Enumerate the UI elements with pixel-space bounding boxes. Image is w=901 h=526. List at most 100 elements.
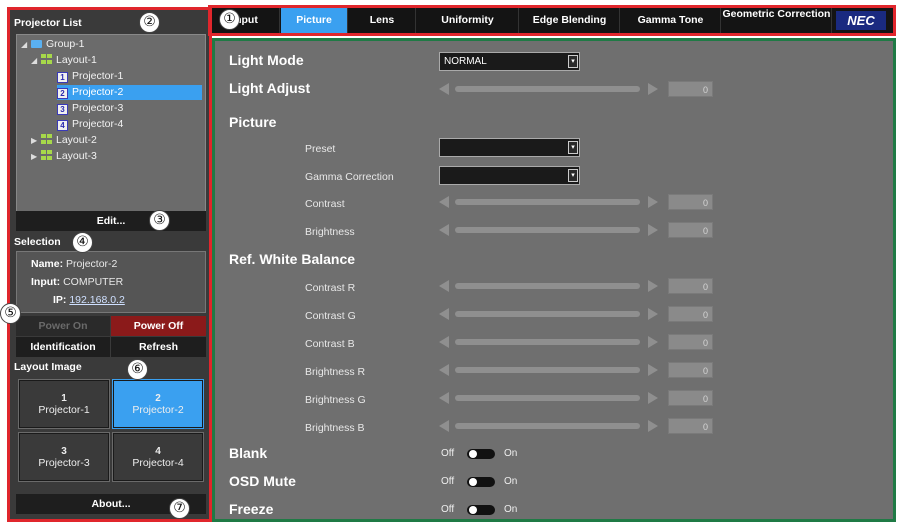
selection-ip: IP: 192.168.0.2 — [53, 294, 125, 306]
toggle-switch[interactable] — [467, 477, 495, 487]
contrast-slider[interactable]: 0 — [439, 194, 713, 210]
tree-item-layout-3[interactable]: ▶ Layout-3 — [31, 149, 97, 164]
tree-item-layout-2[interactable]: ▶ Layout-2 — [31, 133, 97, 148]
tab-gamma-tone[interactable]: Gamma Tone — [621, 8, 721, 33]
layout-tile-projector-2[interactable]: 2 Projector-2 — [112, 379, 204, 429]
brightness-g-slider[interactable]: 0 — [439, 390, 713, 406]
slider-track[interactable] — [455, 395, 640, 401]
marker-6: ⑥ — [127, 359, 148, 380]
increase-arrow-icon[interactable] — [648, 392, 658, 404]
slider-value[interactable]: 0 — [668, 390, 713, 406]
slider-value[interactable]: 0 — [668, 418, 713, 434]
increase-arrow-icon[interactable] — [648, 196, 658, 208]
slider-track[interactable] — [455, 199, 640, 205]
expand-triangle-icon[interactable]: ◢ — [31, 53, 41, 68]
decrease-arrow-icon[interactable] — [439, 280, 449, 292]
layout-tile-projector-4[interactable]: 4 Projector-4 — [112, 432, 204, 482]
brightness-r-slider[interactable]: 0 — [439, 362, 713, 378]
identification-button[interactable]: Identification — [16, 337, 110, 357]
toggle-switch[interactable] — [467, 449, 495, 459]
picture-section-label: Picture — [229, 114, 277, 130]
projector-list-title: Projector List — [14, 17, 82, 29]
power-off-button[interactable]: Power Off — [111, 316, 206, 336]
toggle-knob — [469, 506, 477, 514]
tab-edge-blending[interactable]: Edge Blending — [520, 8, 620, 33]
increase-arrow-icon[interactable] — [648, 83, 658, 95]
gamma-correction-select[interactable]: ▾ — [439, 166, 580, 185]
slider-track[interactable] — [455, 283, 640, 289]
layout-tile-projector-1[interactable]: 1 Projector-1 — [18, 379, 110, 429]
expand-triangle-icon[interactable]: ◢ — [21, 37, 31, 52]
dropdown-arrow-icon[interactable]: ▾ — [568, 169, 578, 182]
collapse-triangle-icon[interactable]: ▶ — [31, 149, 41, 164]
slider-value[interactable]: 0 — [668, 81, 713, 97]
increase-arrow-icon[interactable] — [648, 364, 658, 376]
slider-track[interactable] — [455, 367, 640, 373]
light-mode-select[interactable]: NORMAL ▾ — [439, 52, 580, 71]
dropdown-arrow-icon[interactable]: ▾ — [568, 55, 578, 68]
marker-7: ⑦ — [169, 498, 190, 519]
slider-track[interactable] — [455, 86, 640, 92]
layout-tile-projector-3[interactable]: 3 Projector-3 — [18, 432, 110, 482]
decrease-arrow-icon[interactable] — [439, 308, 449, 320]
refresh-button[interactable]: Refresh — [111, 337, 206, 357]
slider-track[interactable] — [455, 423, 640, 429]
contrast-b-slider[interactable]: 0 — [439, 334, 713, 350]
contrast-g-slider[interactable]: 0 — [439, 306, 713, 322]
brightness-label: Brightness — [305, 226, 355, 238]
ip-link[interactable]: 192.168.0.2 — [69, 294, 124, 306]
power-on-button[interactable]: Power On — [16, 316, 110, 336]
tab-uniformity[interactable]: Uniformity — [417, 8, 519, 33]
layout-grid-icon — [41, 54, 52, 64]
blank-label: Blank — [229, 445, 268, 461]
picture-settings-panel: Light Mode NORMAL ▾ Light Adjust 0 Pictu… — [215, 41, 893, 519]
toggle-switch[interactable] — [467, 505, 495, 515]
layout-grid-icon — [41, 150, 52, 160]
increase-arrow-icon[interactable] — [648, 336, 658, 348]
tree-item-projector-3[interactable]: 3 Projector-3 — [57, 101, 123, 116]
decrease-arrow-icon[interactable] — [439, 224, 449, 236]
slider-track[interactable] — [455, 339, 640, 345]
tree-item-projector-1[interactable]: 1 Projector-1 — [57, 69, 123, 84]
increase-arrow-icon[interactable] — [648, 280, 658, 292]
edit-button[interactable]: Edit... — [16, 211, 206, 231]
brightness-b-slider[interactable]: 0 — [439, 418, 713, 434]
slider-value[interactable]: 0 — [668, 334, 713, 350]
decrease-arrow-icon[interactable] — [439, 83, 449, 95]
projector-number-icon: 1 — [57, 72, 68, 83]
decrease-arrow-icon[interactable] — [439, 196, 449, 208]
slider-track[interactable] — [455, 227, 640, 233]
preset-select[interactable]: ▾ — [439, 138, 580, 157]
slider-track[interactable] — [455, 311, 640, 317]
decrease-arrow-icon[interactable] — [439, 364, 449, 376]
slider-value[interactable]: 0 — [668, 222, 713, 238]
brightness-slider[interactable]: 0 — [439, 222, 713, 238]
increase-arrow-icon[interactable] — [648, 420, 658, 432]
decrease-arrow-icon[interactable] — [439, 420, 449, 432]
decrease-arrow-icon[interactable] — [439, 392, 449, 404]
tab-geometric-correction[interactable]: Geometric Correction — [722, 8, 832, 33]
layout-grid-icon — [41, 134, 52, 144]
increase-arrow-icon[interactable] — [648, 224, 658, 236]
projector-tree[interactable]: ◢ Group-1 ◢ Layout-1 1 Projector-1 2 Project… — [16, 34, 206, 216]
dropdown-arrow-icon[interactable]: ▾ — [568, 141, 578, 154]
contrast-r-label: Contrast R — [305, 282, 356, 294]
marker-2: ② — [139, 12, 160, 33]
tree-item-projector-2[interactable]: 2 Projector-2 — [57, 85, 202, 100]
tree-item-group-1[interactable]: ◢ Group-1 — [21, 37, 85, 52]
slider-value[interactable]: 0 — [668, 278, 713, 294]
tree-item-layout-1[interactable]: ◢ Layout-1 — [31, 53, 97, 68]
slider-value[interactable]: 0 — [668, 194, 713, 210]
decrease-arrow-icon[interactable] — [439, 336, 449, 348]
tab-picture[interactable]: Picture — [281, 8, 348, 33]
tree-item-projector-4[interactable]: 4 Projector-4 — [57, 117, 123, 132]
slider-value[interactable]: 0 — [668, 306, 713, 322]
contrast-r-slider[interactable]: 0 — [439, 278, 713, 294]
toggle-knob — [469, 478, 477, 486]
slider-value[interactable]: 0 — [668, 362, 713, 378]
projector-number-icon: 2 — [57, 88, 68, 99]
light-adjust-slider[interactable]: 0 — [439, 81, 713, 97]
tab-lens[interactable]: Lens — [349, 8, 416, 33]
collapse-triangle-icon[interactable]: ▶ — [31, 133, 41, 148]
increase-arrow-icon[interactable] — [648, 308, 658, 320]
